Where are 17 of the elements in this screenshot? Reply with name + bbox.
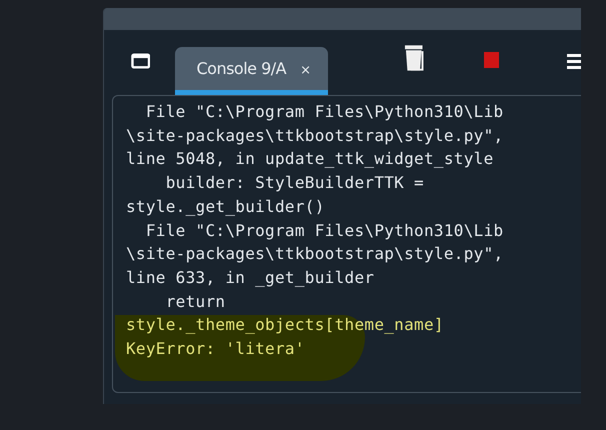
console-tab[interactable]: Console 9/A × [175, 47, 328, 95]
console-line: return [164, 290, 226, 313]
tab-close-button[interactable]: × [300, 60, 312, 80]
console-line: File "C:\Program Files\Python310\Lib [144, 220, 504, 242]
console-line: builder: StyleBuilderTTK = [164, 172, 425, 194]
console-line: \site-packages\ttkbootstrap\style.py", [126, 243, 504, 266]
window-icon[interactable] [131, 53, 150, 69]
console-line: line 5048, in update_ttk_widget_style [126, 148, 495, 170]
console-line: style._get_builder() [126, 196, 326, 218]
tab-label: Console 9/A [196, 58, 286, 80]
console-line: style._theme_objects[theme_name] [126, 314, 445, 336]
console-line: line 633, in _get_builder [126, 266, 376, 289]
menu-icon[interactable] [566, 53, 581, 69]
trash-icon[interactable] [403, 43, 426, 73]
console-line: File "C:\Program Files\Python310\Lib [144, 101, 504, 123]
console-line: \site-packages\ttkbootstrap\style.py", [126, 124, 504, 147]
console-line: KeyError: 'litera' [126, 338, 306, 360]
